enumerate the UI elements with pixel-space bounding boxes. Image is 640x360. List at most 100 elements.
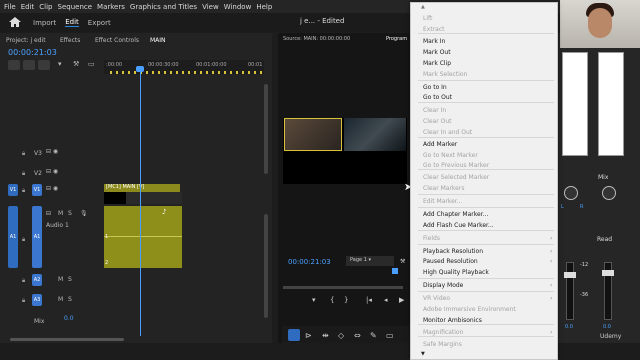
ripple-edit-icon[interactable]: ⇹ [322, 331, 329, 340]
audio-clip[interactable] [104, 206, 182, 268]
menu-item-high-quality-playback[interactable]: High Quality Playback [423, 269, 489, 276]
add-marker-icon[interactable]: ▾ [312, 296, 316, 304]
tab-edit[interactable]: Edit [65, 18, 79, 27]
voiceover-icon[interactable]: 🎙︎ [80, 210, 88, 217]
wrench-icon[interactable]: ⚒ [400, 258, 405, 265]
menu-file[interactable]: File [4, 3, 16, 11]
menu-item-playback-resolution[interactable]: Playback Resolution [423, 248, 483, 255]
scroll-down-icon[interactable]: ▼ [421, 351, 425, 357]
automation-mode[interactable]: Read [597, 236, 612, 243]
toggle-output-icon[interactable]: ⊟ ◉ [46, 148, 58, 155]
toggle-output-icon[interactable]: ⊟ ◉ [46, 185, 58, 192]
menu-item-mark-out[interactable]: Mark Out [423, 49, 451, 56]
mute-button[interactable]: M [58, 210, 63, 217]
solo-button[interactable]: S [68, 296, 72, 303]
timeline-scrollbar[interactable] [264, 214, 268, 318]
lock-icon[interactable]: 🔒︎ [22, 236, 25, 244]
linked-selection-icon[interactable] [38, 60, 50, 70]
selection-tool[interactable] [288, 329, 300, 341]
menu-item-go-to-in[interactable]: Go to In [423, 84, 447, 91]
multicam-angle-2[interactable] [344, 118, 406, 151]
mute-button[interactable]: M [58, 276, 63, 283]
track-a2-target[interactable]: A2 [32, 274, 42, 286]
home-icon[interactable] [8, 16, 22, 28]
program-timecode[interactable]: 00:00:21:03 [288, 258, 331, 266]
menu-view[interactable]: View [202, 3, 219, 11]
mark-in-icon[interactable]: { [330, 296, 334, 304]
lock-icon[interactable]: 🔒︎ [22, 187, 25, 195]
tab-source[interactable]: Source: MAIN: 00:00:00:00 [283, 36, 350, 42]
menu-item-monitor-ambisonics[interactable]: Monitor Ambisonics [423, 317, 482, 324]
menu-item-display-mode[interactable]: Display Mode [423, 282, 463, 289]
menu-item-go-to-out[interactable]: Go to Out [423, 94, 452, 101]
menu-markers[interactable]: Markers [97, 3, 125, 11]
captions-icon[interactable]: ▭ [88, 60, 95, 68]
tab-project[interactable]: Project: j edit [6, 37, 46, 44]
v1-source-patch[interactable]: V1 [8, 184, 18, 196]
menu-window[interactable]: Window [224, 3, 252, 11]
menu-clip[interactable]: Clip [39, 3, 52, 11]
snap-icon[interactable] [8, 60, 20, 70]
menu-item-add-marker[interactable]: Add Marker [423, 141, 457, 148]
tab-sequence-main[interactable]: MAIN [150, 37, 166, 44]
audio-volume-line[interactable] [104, 236, 182, 237]
a1-source-patch[interactable]: A1 [8, 206, 18, 268]
volume-fader[interactable] [564, 272, 576, 278]
tab-effect-controls[interactable]: Effect Controls [95, 37, 139, 44]
menu-item-paused-resolution[interactable]: Paused Resolution [423, 258, 478, 265]
menu-graphics[interactable]: Graphics and Titles [130, 3, 197, 11]
menu-item-mark-clip[interactable]: Mark Clip [423, 60, 451, 67]
tab-program[interactable]: Program [386, 36, 407, 42]
rectangle-icon[interactable]: ▭ [386, 331, 394, 340]
menu-edit[interactable]: Edit [21, 3, 35, 11]
menu-sequence[interactable]: Sequence [58, 3, 93, 11]
pan-knob[interactable] [602, 186, 616, 200]
mix-volume-value[interactable]: 0.0 [64, 315, 74, 322]
playhead-handle[interactable] [136, 66, 144, 72]
razor-icon[interactable]: ◇ [338, 331, 344, 340]
track-select-icon[interactable]: ⊳ [305, 331, 312, 340]
menu-item-mark-in[interactable]: Mark In [423, 38, 445, 45]
track-a3-target[interactable]: A3 [32, 294, 42, 306]
track-a1-target[interactable]: A1 [32, 206, 42, 268]
program-scrub-bar[interactable] [283, 286, 403, 289]
lock-icon[interactable]: 🔒︎ [22, 277, 25, 285]
marker-icon[interactable]: ▾ [58, 60, 62, 68]
volume-value[interactable]: 0.0 [603, 324, 611, 330]
volume-fader[interactable] [602, 270, 614, 276]
volume-value[interactable]: 0.0 [565, 324, 573, 330]
tab-effects[interactable]: Effects [60, 37, 80, 44]
track-settings-icon[interactable]: ⊟ [46, 210, 51, 217]
link-icon[interactable] [23, 60, 35, 70]
lock-icon[interactable]: 🔒︎ [22, 297, 25, 305]
mark-out-icon[interactable]: } [344, 296, 348, 304]
timeline-timecode[interactable]: 00:00:21:03 [8, 48, 57, 57]
solo-button[interactable]: S [68, 276, 72, 283]
menu-help[interactable]: Help [256, 3, 272, 11]
step-back-icon[interactable]: ◂ [384, 296, 388, 304]
wrench-icon[interactable]: ⚒ [73, 60, 79, 68]
timeline-scrollbar[interactable] [264, 84, 268, 174]
pen-icon[interactable]: ✎ [370, 331, 377, 340]
solo-button[interactable]: S [68, 210, 72, 217]
go-to-in-icon[interactable]: |◂ [366, 296, 372, 304]
tab-export[interactable]: Export [88, 19, 111, 27]
menu-item-add-flash-cue-marker[interactable]: Add Flash Cue Marker... [423, 222, 494, 229]
lock-icon[interactable]: 🔒︎ [22, 150, 25, 158]
multicam-angle-1[interactable] [284, 118, 342, 151]
mute-button[interactable]: M [58, 296, 63, 303]
lock-icon[interactable]: 🔒︎ [22, 170, 25, 178]
menu-item-add-chapter-marker[interactable]: Add Chapter Marker... [423, 211, 488, 218]
slip-icon[interactable]: ⇔ [354, 331, 361, 340]
tab-import[interactable]: Import [33, 19, 56, 27]
program-playhead-icon[interactable] [392, 268, 398, 274]
play-icon[interactable]: ▶ [399, 296, 404, 304]
pan-knob[interactable] [564, 186, 578, 200]
timeline-zoom-scrollbar[interactable] [10, 338, 124, 341]
video-clip-body[interactable] [126, 192, 182, 204]
track-v1-target[interactable]: V1 [32, 184, 42, 196]
scroll-up-icon[interactable]: ▲ [421, 4, 425, 10]
page-dropdown[interactable]: Page 1 ▾ [346, 256, 394, 266]
video-clip[interactable]: [MC1] MAIN [V] [104, 184, 180, 192]
toggle-output-icon[interactable]: ⊟ ◉ [46, 168, 58, 175]
